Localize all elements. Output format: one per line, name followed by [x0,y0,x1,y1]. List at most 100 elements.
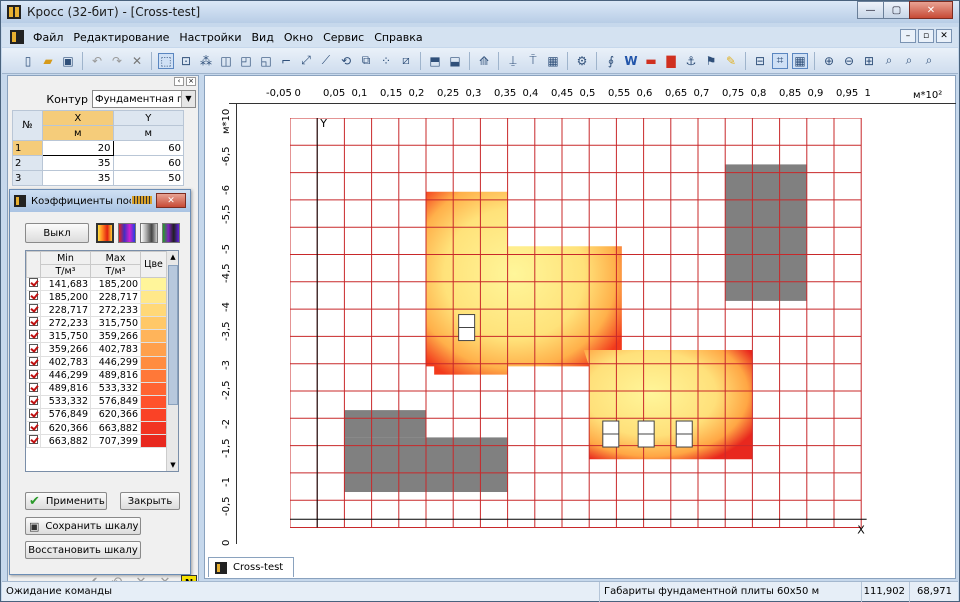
grid-icon[interactable]: ▦ [545,53,561,69]
grid-toggle-icon[interactable]: ▦ [792,52,808,69]
scale-max[interactable]: 489,816 [90,368,141,383]
scale-row-checkbox[interactable] [26,381,41,396]
off-button[interactable]: Выкл [25,223,89,243]
menu-window[interactable]: Окно [279,31,318,44]
apply-button[interactable]: ✔ Применить [25,492,107,510]
snap-icon[interactable]: ⌗ [772,52,788,69]
scale-min[interactable]: 402,783 [40,355,91,370]
mdi-close-button[interactable]: ✕ [936,29,952,43]
delete-icon[interactable]: ✕ [129,53,145,69]
zoom-out-icon[interactable]: ⊖ [841,53,857,69]
load2-icon[interactable]: ⬓ [447,53,463,69]
result-icon[interactable]: ⚑ [703,53,719,69]
scale-min[interactable]: 228,717 [40,303,91,318]
scale-color-swatch[interactable] [140,407,167,423]
scale-min[interactable]: 663,882 [40,434,91,449]
scale-color-swatch[interactable] [140,381,167,396]
scale-color-swatch[interactable] [140,368,167,383]
restore-scale-button[interactable]: Восстановить шкалу [25,541,141,559]
scale-row-checkbox[interactable] [26,368,41,383]
scale-min[interactable]: 185,200 [40,290,91,305]
scale-row-checkbox[interactable] [26,276,41,292]
load-icon[interactable]: ⬒ [427,53,443,69]
menu-help[interactable]: Справка [369,31,427,44]
contour-select[interactable]: Фундаментная плит ▼ [92,90,196,108]
close-button[interactable]: ✕ [909,1,953,19]
cell-y[interactable]: 60 [112,140,184,156]
scale-max[interactable]: 185,200 [90,276,141,292]
ship-icon[interactable]: ⚓ [683,53,699,69]
scale-max[interactable]: 315,750 [90,316,141,331]
scale-row[interactable]: 489,816 533,332 [26,381,167,396]
scale-max[interactable]: 663,882 [90,421,141,436]
zoom-window-icon[interactable]: ⌕ [881,53,897,69]
scale-max[interactable]: 576,849 [90,394,141,409]
palette-icon[interactable]: ▬ [643,53,659,69]
pile-icon[interactable]: ⍊ [505,53,521,69]
rect-icon[interactable]: ◫ [218,53,234,69]
rect3-icon[interactable]: ◱ [258,53,274,69]
mdi-restore-button[interactable]: ▫ [918,29,934,43]
rect2-icon[interactable]: ◰ [238,53,254,69]
drawing-canvas[interactable]: -0,05 0 0,05 0,1 0,15 0,2 0,25 0,3 0,35 0,4 0,45 0,… [204,75,956,579]
line-icon[interactable]: ⟋ [318,53,334,69]
new-file-icon[interactable]: ▯ [20,53,36,69]
scale-row[interactable]: 402,783 446,299 [26,355,167,370]
table-row[interactable]: 3 35 50 [12,170,184,186]
scale-row[interactable]: 185,200 228,717 [26,290,167,305]
dialog-title-bar[interactable]: Коэффициенты пос ✕ [10,190,190,212]
select-region-icon[interactable]: ⊡ [178,53,194,69]
menu-service[interactable]: Сервис [318,31,369,44]
maximize-button[interactable]: ▢ [883,1,910,19]
color-bar-icon[interactable]: ▇ [663,53,679,69]
tab-cross-test[interactable]: Cross-test [208,557,295,577]
col-x[interactable]: X [42,110,114,126]
check-icon[interactable] [29,330,38,340]
minimize-button[interactable]: — [857,1,884,19]
zoom-frame-icon[interactable]: ⊟ [752,53,768,69]
dialog-close-text-button[interactable]: Закрыть [120,492,180,510]
zoom-prev-icon[interactable]: ⌕ [901,53,917,69]
palette-gray[interactable] [140,223,158,243]
scale-row-checkbox[interactable] [26,303,41,318]
check-icon[interactable] [29,278,38,288]
scale-min[interactable]: 359,266 [40,342,91,357]
check-icon[interactable] [29,291,38,301]
scale-row-checkbox[interactable] [26,434,41,449]
mirror-icon[interactable]: ⧄ [398,53,414,69]
check-icon[interactable] [29,304,38,314]
palette-spectrum[interactable] [162,223,180,243]
col-y[interactable]: Y [112,110,184,126]
move-icon[interactable]: ⤢ [298,53,314,69]
zoom-all-icon[interactable]: ⌕ [921,53,937,69]
scale-color-swatch[interactable] [140,434,167,449]
check-icon[interactable] [29,343,38,353]
scale-row-checkbox[interactable] [26,290,41,305]
scale-min[interactable]: 576,849 [40,407,91,423]
check-icon[interactable] [29,408,38,418]
scale-row[interactable]: 533,332 576,849 [26,394,167,409]
scale-max[interactable]: 228,717 [90,290,141,305]
scale-row-checkbox[interactable] [26,316,41,331]
check-icon[interactable] [29,369,38,379]
scale-max[interactable]: 707,399 [90,434,141,449]
scale-color-swatch[interactable] [140,355,167,370]
word-icon[interactable]: W [623,53,639,69]
panel-pin-icon[interactable]: ‹ [174,77,184,86]
scale-max[interactable]: 402,783 [90,342,141,357]
undo-icon[interactable]: ↶ [89,53,105,69]
scale-row[interactable]: 315,750 359,266 [26,329,167,344]
scale-color-swatch[interactable] [140,329,167,344]
pile2-icon[interactable]: ⍑ [525,53,541,69]
scroll-up-icon[interactable]: ▲ [167,251,178,263]
dialog-close-button[interactable]: ✕ [156,193,186,208]
scale-row-checkbox[interactable] [26,329,41,344]
foundation-plan[interactable]: YX [290,118,890,538]
redo-icon[interactable]: ↷ [109,53,125,69]
check-icon[interactable] [29,422,38,432]
support-icon[interactable]: ⟰ [476,53,492,69]
menu-view[interactable]: Вид [247,31,279,44]
check-icon[interactable] [29,382,38,392]
scroll-thumb[interactable] [168,265,178,405]
palette-warm[interactable] [96,223,114,243]
